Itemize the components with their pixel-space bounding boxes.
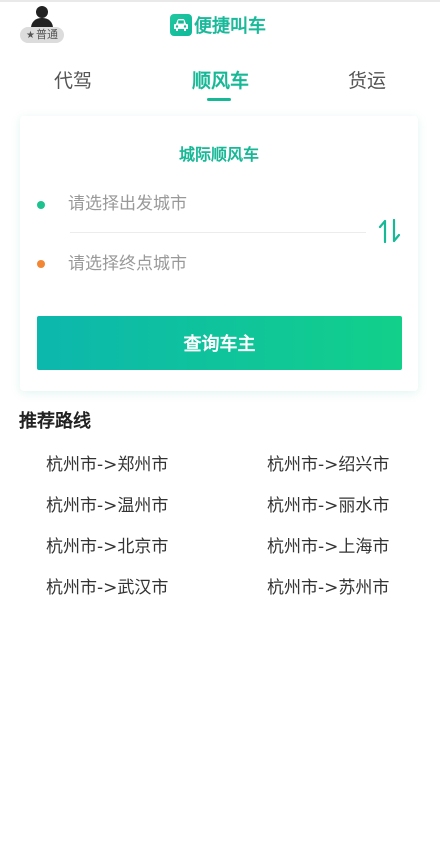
recommended-routes-title: 推荐路线 [19,411,91,432]
intercity-ride-card: 城际顺风车 查询车主 [20,116,418,391]
active-tab-indicator [207,98,231,101]
swap-arrows-icon[interactable] [376,216,404,246]
route-link[interactable]: 杭州市->丽水市 [267,491,389,516]
end-dot-icon [37,260,45,268]
user-level-label: 普通 [35,28,58,41]
tab-daijia[interactable]: 代驾 [54,66,92,93]
logo-text: 便捷叫车 [194,16,266,37]
end-city-input[interactable] [68,246,358,282]
query-driver-button[interactable]: 查询车主 [37,316,402,370]
input-divider [70,232,366,233]
user-profile-button[interactable]: ★普通 [20,4,64,44]
route-link[interactable]: 杭州市->北京市 [46,532,168,557]
user-icon [36,6,48,18]
star-icon: ★ [26,30,35,41]
start-city-input[interactable] [68,186,358,222]
user-level-badge: ★普通 [20,27,64,43]
route-link[interactable]: 杭州市->上海市 [267,532,389,557]
car-logo-icon [170,14,192,36]
app-logo: 便捷叫车 [170,12,266,38]
tab-huoyun[interactable]: 货运 [348,66,386,93]
route-link[interactable]: 杭州市->温州市 [46,491,168,516]
route-link[interactable]: 杭州市->绍兴市 [267,450,389,475]
app-header: ★普通 便捷叫车 [0,2,440,50]
card-title: 城际顺风车 [178,145,259,164]
route-link[interactable]: 杭州市->郑州市 [46,450,168,475]
route-link[interactable]: 杭州市->苏州市 [267,573,389,598]
tab-shunfengche[interactable]: 顺风车 [192,66,249,93]
service-tabs: 代驾 顺风车 货运 [0,56,440,104]
route-link[interactable]: 杭州市->武汉市 [46,573,168,598]
start-dot-icon [37,201,45,209]
